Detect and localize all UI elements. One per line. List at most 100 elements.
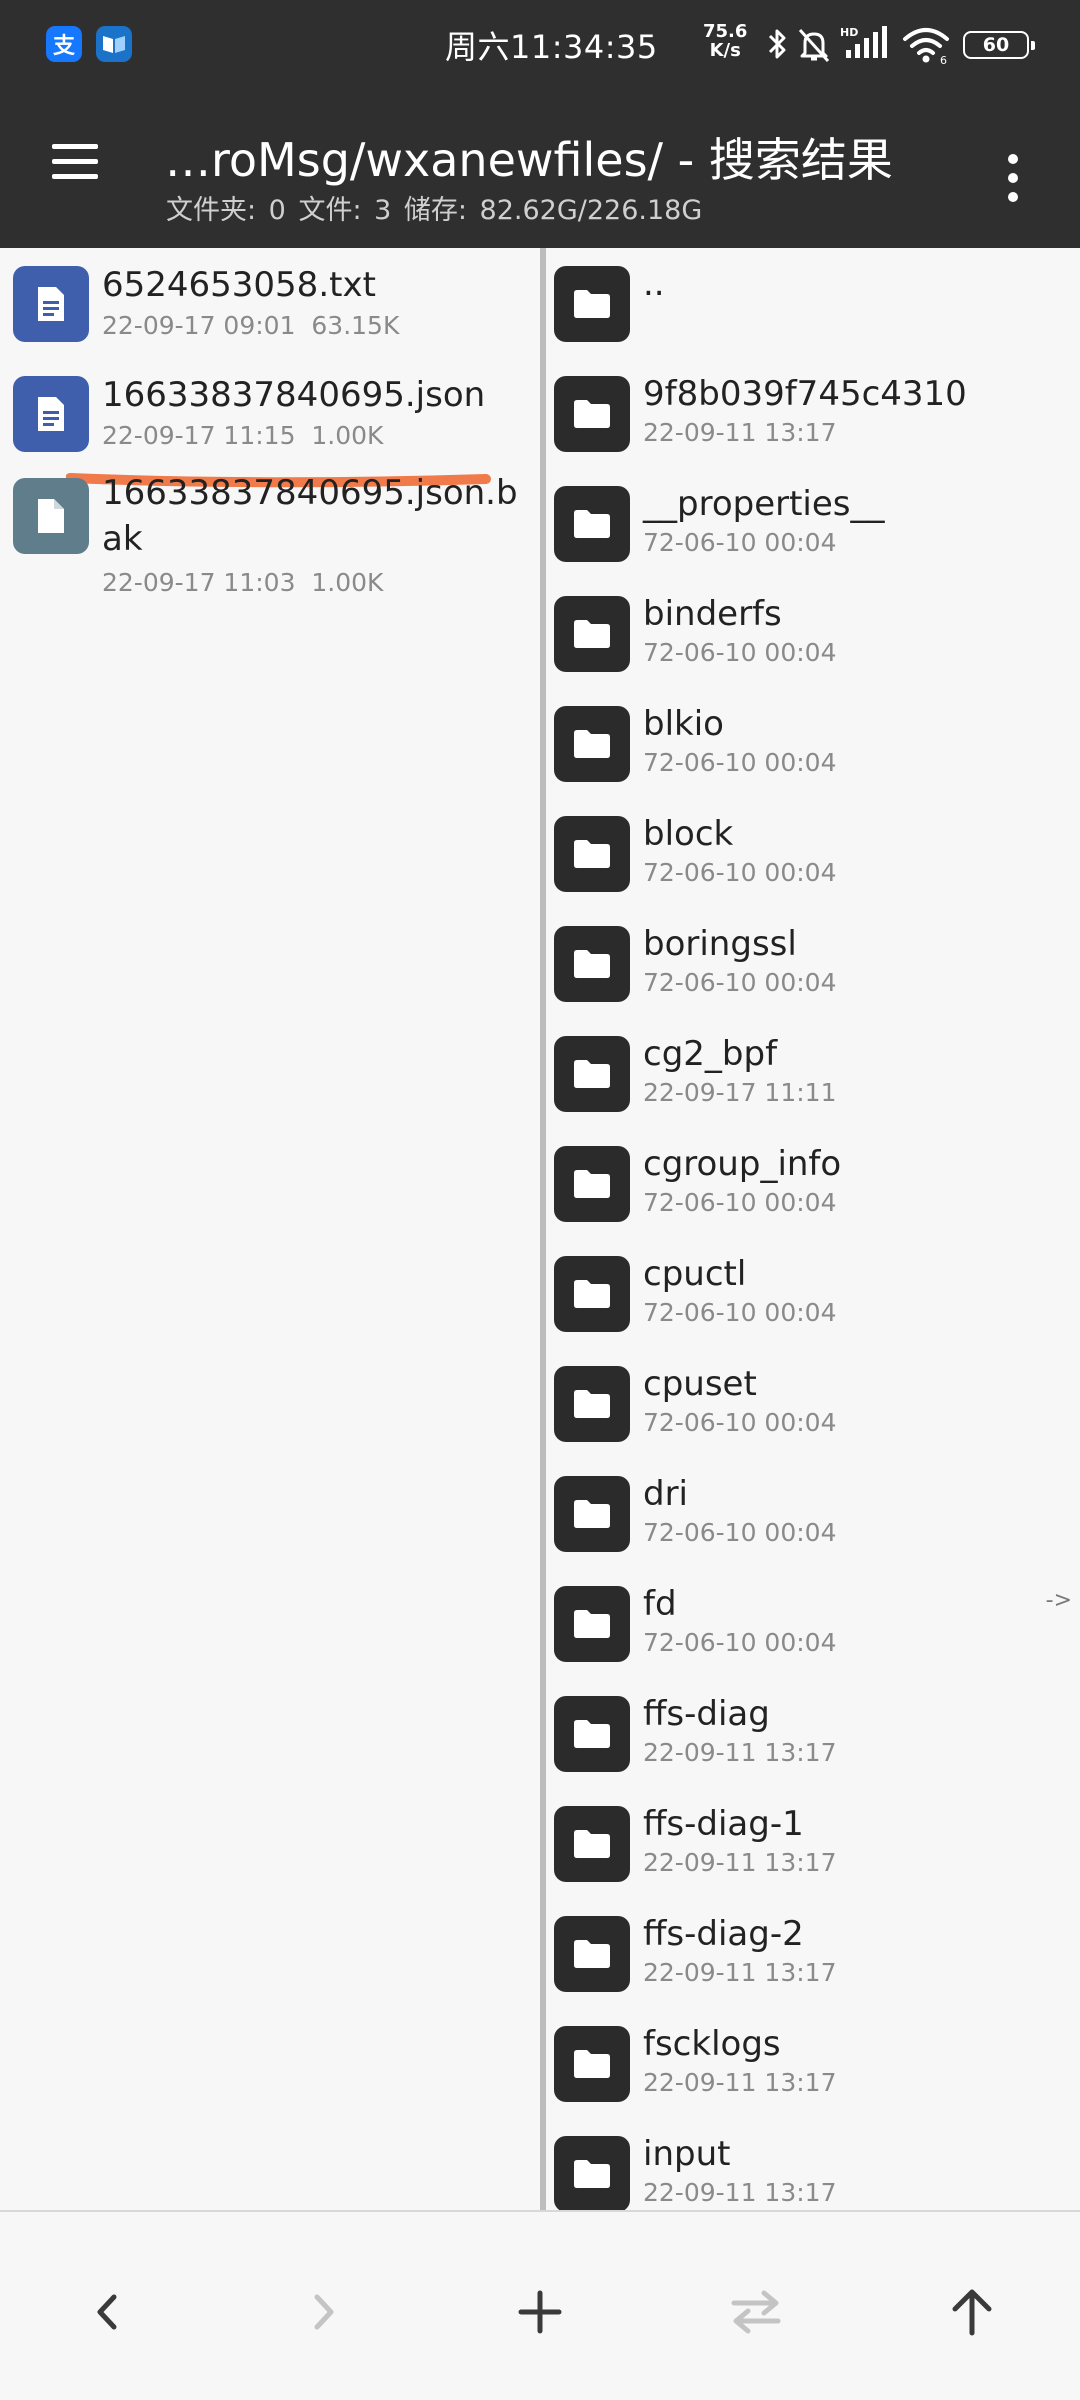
svg-text:HD: HD [840, 26, 858, 39]
folder-date: 72-06-10 00:04 [643, 1188, 837, 1217]
folder-icon [554, 926, 630, 1002]
folder-name: ffs-diag [643, 1694, 770, 1734]
folder-date: 22-09-11 13:17 [643, 2068, 837, 2097]
folder-name: cgroup_info [643, 1144, 842, 1184]
folder-date: 22-09-11 13:17 [643, 418, 837, 447]
folder-icon [554, 1916, 630, 1992]
folder-name: cpuctl [643, 1254, 747, 1294]
generic-file-icon [13, 478, 89, 554]
folder-icon [554, 706, 630, 782]
back-button[interactable] [58, 2272, 158, 2352]
storage-summary: 文件夹: 0 文件: 3 储存: 82.62G/226.18G [166, 195, 703, 226]
bottom-toolbar [0, 2210, 1080, 2400]
folder-icon [554, 816, 630, 892]
alipay-glyph: 支 [52, 34, 75, 59]
folder-icon [554, 1146, 630, 1222]
folder-item[interactable]: binderfs 72-06-10 00:04 [546, 578, 1080, 688]
folder-item[interactable]: fscklogs 22-09-11 13:17 [546, 2008, 1080, 2118]
forward-button[interactable] [273, 2272, 373, 2352]
folder-name: blkio [643, 704, 724, 744]
folder-name: ffs-diag-2 [643, 1914, 804, 1954]
plus-icon [518, 2290, 562, 2334]
folder-date: 72-06-10 00:04 [643, 1518, 837, 1547]
more-vert-icon[interactable] [994, 148, 1034, 208]
file-meta: 22-09-17 09:01 63.15K [102, 311, 399, 340]
folder-item[interactable]: blkio 72-06-10 00:04 [546, 688, 1080, 798]
file-name: 16633837840695.json [102, 375, 486, 415]
folder-item-parent[interactable]: .. [546, 248, 1080, 358]
folder-item[interactable]: ffs-diag-1 22-09-11 13:17 [546, 1788, 1080, 1898]
folder-date: 22-09-11 13:17 [643, 1848, 837, 1877]
folder-item[interactable]: cgroup_info 72-06-10 00:04 [546, 1128, 1080, 1238]
file-size: 1.00K [311, 421, 384, 450]
folder-name: fd [643, 1584, 677, 1624]
folder-name: ffs-diag-1 [643, 1804, 804, 1844]
folder-icon [554, 1586, 630, 1662]
chevron-right-icon [314, 2294, 334, 2330]
folder-name: boringssl [643, 924, 797, 964]
network-speed-unit: K/s [709, 40, 741, 61]
add-button[interactable] [490, 2272, 590, 2352]
file-size: 1.00K [311, 568, 384, 597]
alipay-icon: 支 [46, 26, 82, 62]
folder-icon [554, 2026, 630, 2102]
battery-icon: 60 [963, 31, 1035, 59]
folder-icon [554, 376, 630, 452]
file-item[interactable]: 16633837840695.json.bak 22-09-17 11:03 1… [0, 470, 540, 610]
file-size: 63.15K [311, 311, 400, 340]
folder-item[interactable]: ffs-diag-2 22-09-11 13:17 [546, 1898, 1080, 2008]
folder-item[interactable]: input 22-09-11 13:17 [546, 2118, 1080, 2210]
page-title: …roMsg/wxanewfiles/ - 搜索结果 [165, 133, 893, 187]
folder-item-symlink[interactable]: fd 72-06-10 00:04 -> [546, 1568, 1080, 1678]
app-bar: …roMsg/wxanewfiles/ - 搜索结果 文件夹: 0 文件: 3 … [0, 88, 1080, 248]
folder-icon [554, 486, 630, 562]
file-item-highlighted[interactable]: 16633837840695.json 22-09-17 11:15 1.00K [0, 358, 540, 468]
folder-date: 72-06-10 00:04 [643, 968, 837, 997]
folder-date: 22-09-11 13:17 [643, 2178, 837, 2207]
up-button[interactable] [922, 2272, 1022, 2352]
text-file-icon [13, 376, 89, 452]
folder-icon [554, 1696, 630, 1772]
folder-icon [554, 1806, 630, 1882]
folder-name: .. [643, 264, 665, 304]
folder-date: 22-09-17 11:11 [643, 1078, 837, 1107]
svg-text:6: 6 [940, 54, 947, 66]
folder-icon [554, 1256, 630, 1332]
folder-item[interactable]: cpuset 72-06-10 00:04 [546, 1348, 1080, 1458]
folder-name: 9f8b039f745c4310 [643, 374, 967, 414]
right-pane-folder-list[interactable]: .. 9f8b039f745c4310 22-09-11 13:17 __pro… [546, 248, 1080, 2210]
swap-panes-button[interactable] [706, 2272, 806, 2352]
reader-app-icon [96, 26, 132, 62]
folder-item[interactable]: ffs-diag 22-09-11 13:17 [546, 1678, 1080, 1788]
folder-date: 72-06-10 00:04 [643, 638, 837, 667]
folder-name: dri [643, 1474, 689, 1514]
folder-date: 72-06-10 00:04 [643, 1628, 837, 1657]
file-item[interactable]: 6524653058.txt 22-09-17 09:01 63.15K [0, 248, 540, 358]
folder-date: 72-06-10 00:04 [643, 528, 837, 557]
folder-item[interactable]: cpuctl 72-06-10 00:04 [546, 1238, 1080, 1348]
folder-date: 72-06-10 00:04 [643, 858, 837, 887]
folder-date: 22-09-11 13:17 [643, 1738, 837, 1767]
folder-item[interactable]: cg2_bpf 22-09-17 11:11 [546, 1018, 1080, 1128]
file-name: 6524653058.txt [102, 265, 376, 305]
file-meta: 22-09-17 11:03 1.00K [102, 568, 383, 597]
battery-level: 60 [982, 34, 1010, 56]
folder-name: cg2_bpf [643, 1034, 778, 1074]
folder-icon [554, 596, 630, 672]
folder-item[interactable]: __properties__ 72-06-10 00:04 [546, 468, 1080, 578]
folder-date: 72-06-10 00:04 [643, 748, 837, 777]
bluetooth-icon [768, 29, 786, 59]
folder-item[interactable]: boringssl 72-06-10 00:04 [546, 908, 1080, 1018]
mute-icon [798, 28, 830, 63]
folder-item[interactable]: dri 72-06-10 00:04 [546, 1458, 1080, 1568]
wifi-icon: 6 [903, 28, 949, 66]
file-name: 16633837840695.json.bak [102, 473, 518, 559]
left-pane-search-results[interactable]: 6524653058.txt 22-09-17 09:01 63.15K 166… [0, 248, 540, 2210]
folder-item[interactable]: block 72-06-10 00:04 [546, 798, 1080, 908]
text-file-icon [13, 266, 89, 342]
hamburger-menu-icon[interactable] [44, 140, 104, 184]
folder-name: block [643, 814, 734, 854]
folder-icon [554, 1366, 630, 1442]
folder-item[interactable]: 9f8b039f745c4310 22-09-11 13:17 [546, 358, 1080, 468]
file-date: 22-09-17 11:03 [102, 568, 296, 597]
